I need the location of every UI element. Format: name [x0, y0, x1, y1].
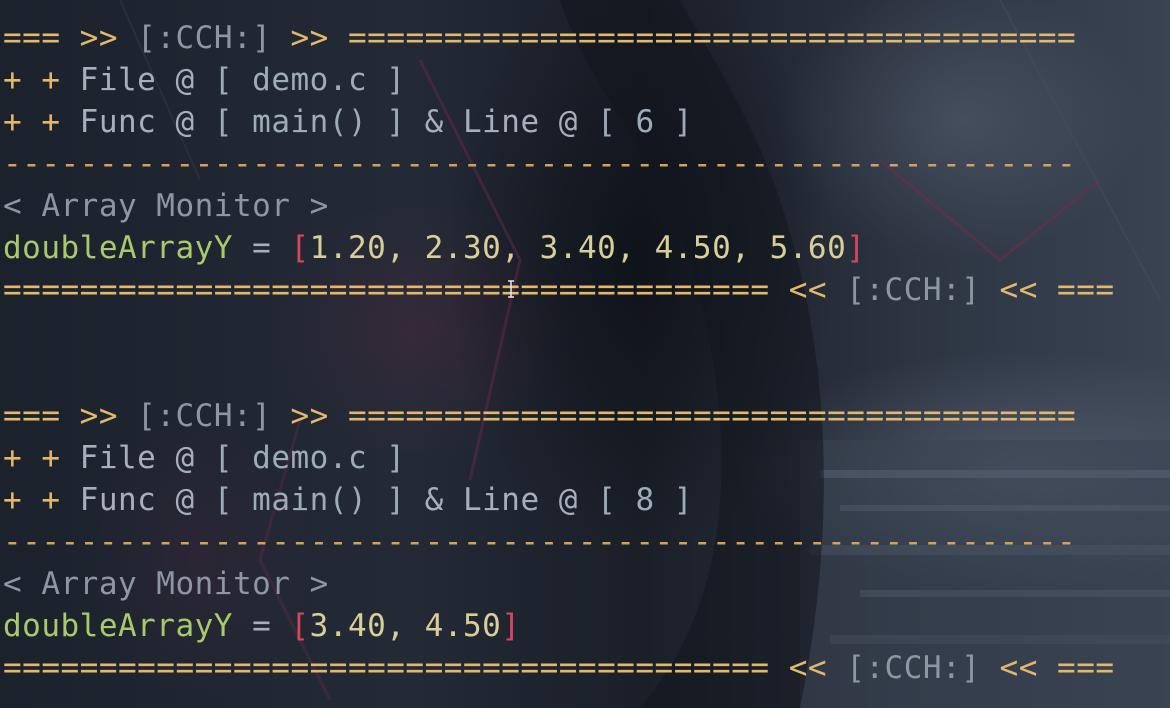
array-open-bracket: [ [290, 608, 310, 644]
array-monitor-title: < Array Monitor > [3, 188, 329, 224]
array-close-bracket: ] [501, 608, 521, 644]
blank-line [3, 311, 1115, 353]
terminal-window[interactable]: === >> [:CCH:] >> ======================… [0, 0, 1170, 708]
func-value: [ main() ] [213, 482, 406, 518]
array-line: doubleArrayY = [3.40, 4.50] [3, 605, 1115, 647]
block-footer: ========================================… [3, 647, 1115, 689]
footer-arrow-open: << [788, 650, 828, 686]
array-open-bracket: [ [290, 230, 310, 266]
func-value: [ main() ] [213, 104, 406, 140]
footer-right-rule: === [1057, 650, 1115, 686]
block-header: === >> [:CCH:] >> ======================… [3, 395, 1115, 437]
header-left-rule: === [3, 398, 61, 434]
file-line: + + File @ [ demo.c ] [3, 59, 1115, 101]
footer-tag: [:CCH:] [846, 272, 981, 308]
file-label: File @ [79, 440, 195, 476]
header-arrow-close: >> [290, 398, 329, 434]
footer-arrow-close: << [999, 272, 1038, 308]
array-close-bracket: ] [846, 230, 866, 266]
func-prefix: + + [3, 104, 61, 140]
array-name: doubleArrayY [3, 230, 233, 266]
file-prefix: + + [3, 440, 61, 476]
func-line: + + Func @ [ main() ] & Line @ [ 8 ] [3, 479, 1115, 521]
array-assign: = [252, 608, 272, 644]
block-divider: ----------------------------------------… [3, 146, 1077, 182]
func-amp: & [424, 104, 444, 140]
array-assign: = [252, 230, 272, 266]
cch-output: === >> [:CCH:] >> ======================… [3, 17, 1115, 689]
func-label: Func @ [79, 482, 195, 518]
header-rule: ====================================== [348, 398, 1077, 434]
func-line: + + Func @ [ main() ] & Line @ [ 6 ] [3, 101, 1115, 143]
footer-arrow-open: << [788, 272, 828, 308]
line-value: [ 8 ] [597, 482, 693, 518]
footer-right-rule: === [1057, 272, 1115, 308]
header-left-rule: === [3, 20, 61, 56]
file-label: File @ [79, 62, 195, 98]
footer-rule: ======================================== [3, 650, 770, 686]
header-arrow-close: >> [290, 20, 329, 56]
array-values: 1.20, 2.30, 3.40, 4.50, 5.60 [309, 230, 847, 266]
header-arrow-open: >> [79, 398, 118, 434]
header-tag: [:CCH:] [137, 398, 272, 434]
footer-arrow-close: << [999, 650, 1038, 686]
line-value: [ 6 ] [597, 104, 693, 140]
file-line: + + File @ [ demo.c ] [3, 437, 1115, 479]
i-beam-cursor-icon [508, 280, 514, 298]
line-label: Line @ [462, 482, 578, 518]
footer-tag: [:CCH:] [846, 650, 981, 686]
file-prefix: + + [3, 62, 61, 98]
block-header: === >> [:CCH:] >> ======================… [3, 17, 1115, 59]
file-value: [ demo.c ] [213, 62, 406, 98]
line-label: Line @ [462, 104, 578, 140]
file-value: [ demo.c ] [213, 440, 406, 476]
array-line: doubleArrayY = [1.20, 2.30, 3.40, 4.50, … [3, 227, 1115, 269]
block-footer: ========================================… [3, 269, 1115, 311]
func-prefix: + + [3, 482, 61, 518]
blank-line [3, 353, 1115, 395]
block-divider: ----------------------------------------… [3, 524, 1077, 560]
header-arrow-open: >> [79, 20, 118, 56]
array-monitor-title: < Array Monitor > [3, 566, 329, 602]
func-label: Func @ [79, 104, 195, 140]
header-rule: ====================================== [348, 20, 1077, 56]
header-tag: [:CCH:] [137, 20, 272, 56]
func-amp: & [424, 482, 444, 518]
footer-rule: ======================================== [3, 272, 770, 308]
array-name: doubleArrayY [3, 608, 233, 644]
array-values: 3.40, 4.50 [309, 608, 502, 644]
